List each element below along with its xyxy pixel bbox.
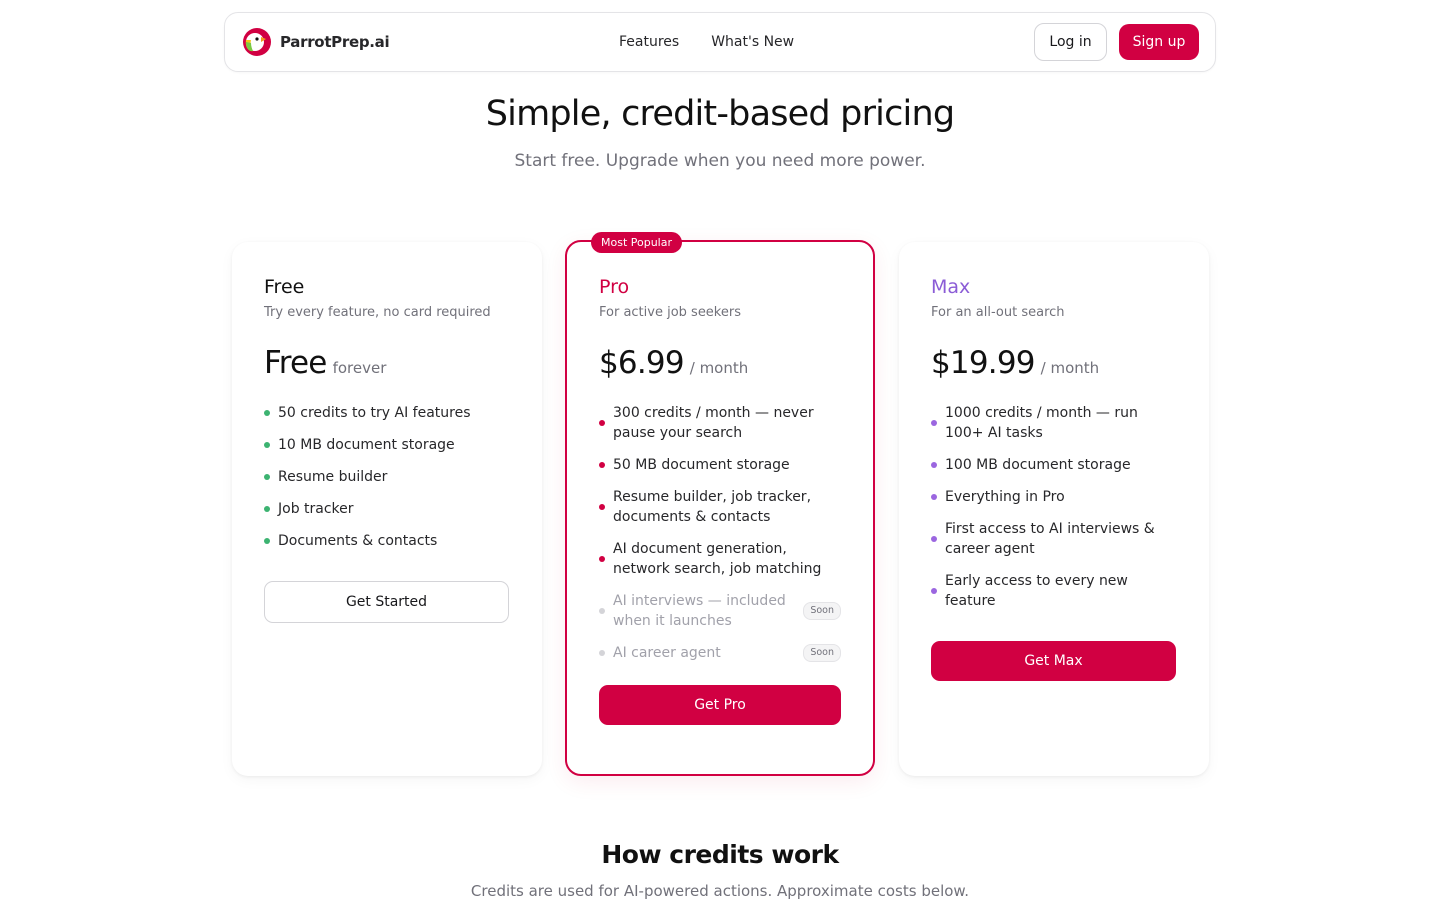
plan-name: Free	[264, 276, 305, 298]
bullet-dot-icon	[599, 462, 605, 468]
get-max-button[interactable]: Get Max	[931, 641, 1176, 681]
brand-name: ParrotPrep.ai	[280, 33, 390, 51]
plan-period: forever	[332, 359, 387, 377]
nav-links: Features What's New	[619, 13, 794, 71]
feature-item: Resume builder, job tracker, documents &…	[599, 487, 841, 527]
nav-link-whats-new[interactable]: What's New	[711, 34, 794, 50]
plan-card-max: Max For an all-out search $19.99 / month…	[899, 242, 1209, 776]
plan-period: / month	[1040, 359, 1100, 377]
brand-logo[interactable]: ParrotPrep.ai	[242, 27, 390, 57]
credits-section-subtitle: Credits are used for AI-powered actions.…	[470, 882, 970, 900]
plan-price: $19.99	[931, 345, 1035, 381]
plan-name: Pro	[599, 276, 630, 298]
bullet-dot-icon	[264, 474, 270, 480]
get-pro-button[interactable]: Get Pro	[599, 685, 841, 725]
bullet-dot-icon	[599, 608, 605, 614]
plan-description: For active job seekers	[599, 305, 741, 320]
feature-item: Documents & contacts	[264, 531, 510, 551]
signup-button[interactable]: Sign up	[1119, 24, 1199, 60]
plan-card-pro: Most Popular Pro For active job seekers …	[565, 232, 875, 776]
plan-name: Max	[931, 276, 971, 298]
feature-item: Everything in Pro	[931, 487, 1177, 507]
bullet-dot-icon	[264, 410, 270, 416]
bullet-dot-icon	[931, 588, 937, 594]
plan-period: / month	[689, 359, 749, 377]
credits-section-title: How credits work	[601, 840, 839, 869]
feature-list: 50 credits to try AI features 10 MB docu…	[264, 403, 510, 551]
bullet-dot-icon	[264, 538, 270, 544]
soon-badge: Soon	[803, 644, 841, 662]
bullet-dot-icon	[931, 420, 937, 426]
price-row: Free forever	[264, 345, 510, 385]
plan-description: For an all-out search	[931, 305, 1065, 320]
plan-price: $6.99	[599, 345, 685, 381]
nav-actions: Log in Sign up	[1034, 23, 1199, 61]
bullet-dot-icon	[599, 650, 605, 656]
feature-item-coming-soon: AI career agent Soon	[599, 643, 841, 663]
feature-item: Job tracker	[264, 499, 510, 519]
login-button[interactable]: Log in	[1034, 23, 1107, 61]
plan-description: Try every feature, no card required	[264, 305, 491, 320]
feature-item: 300 credits / month — never pause your s…	[599, 403, 841, 443]
most-popular-badge: Most Popular	[591, 232, 683, 253]
get-started-button[interactable]: Get Started	[264, 581, 509, 623]
feature-item: 10 MB document storage	[264, 435, 510, 455]
feature-list: 300 credits / month — never pause your s…	[599, 403, 841, 663]
feature-item: Early access to every new feature	[931, 571, 1177, 611]
bullet-dot-icon	[264, 506, 270, 512]
bullet-dot-icon	[599, 556, 605, 562]
page-title: Simple, credit-based pricing	[485, 94, 955, 134]
top-nav: ParrotPrep.ai Features What's New Log in…	[224, 12, 1216, 72]
plan-price: Free	[264, 345, 327, 381]
price-row: $6.99 / month	[599, 345, 841, 385]
bullet-dot-icon	[264, 442, 270, 448]
plan-card-free: Free Try every feature, no card required…	[232, 242, 542, 776]
feature-item: 50 MB document storage	[599, 455, 841, 475]
parrot-logo-icon	[243, 28, 271, 56]
feature-item: 1000 credits / month — run 100+ AI tasks	[931, 403, 1177, 443]
page-subtitle: Start free. Upgrade when you need more p…	[514, 151, 926, 171]
nav-link-features[interactable]: Features	[619, 34, 679, 50]
soon-badge: Soon	[803, 602, 841, 620]
bullet-dot-icon	[931, 536, 937, 542]
bullet-dot-icon	[599, 504, 605, 510]
feature-item-coming-soon: AI interviews — included when it launche…	[599, 591, 841, 631]
feature-item: Resume builder	[264, 467, 510, 487]
feature-item: 100 MB document storage	[931, 455, 1177, 475]
feature-item: 50 credits to try AI features	[264, 403, 510, 423]
bullet-dot-icon	[931, 462, 937, 468]
price-row: $19.99 / month	[931, 345, 1177, 385]
bullet-dot-icon	[599, 420, 605, 426]
feature-item: First access to AI interviews & career a…	[931, 519, 1177, 559]
feature-list: 1000 credits / month — run 100+ AI tasks…	[931, 403, 1177, 611]
bullet-dot-icon	[931, 494, 937, 500]
feature-item: AI document generation, network search, …	[599, 539, 841, 579]
